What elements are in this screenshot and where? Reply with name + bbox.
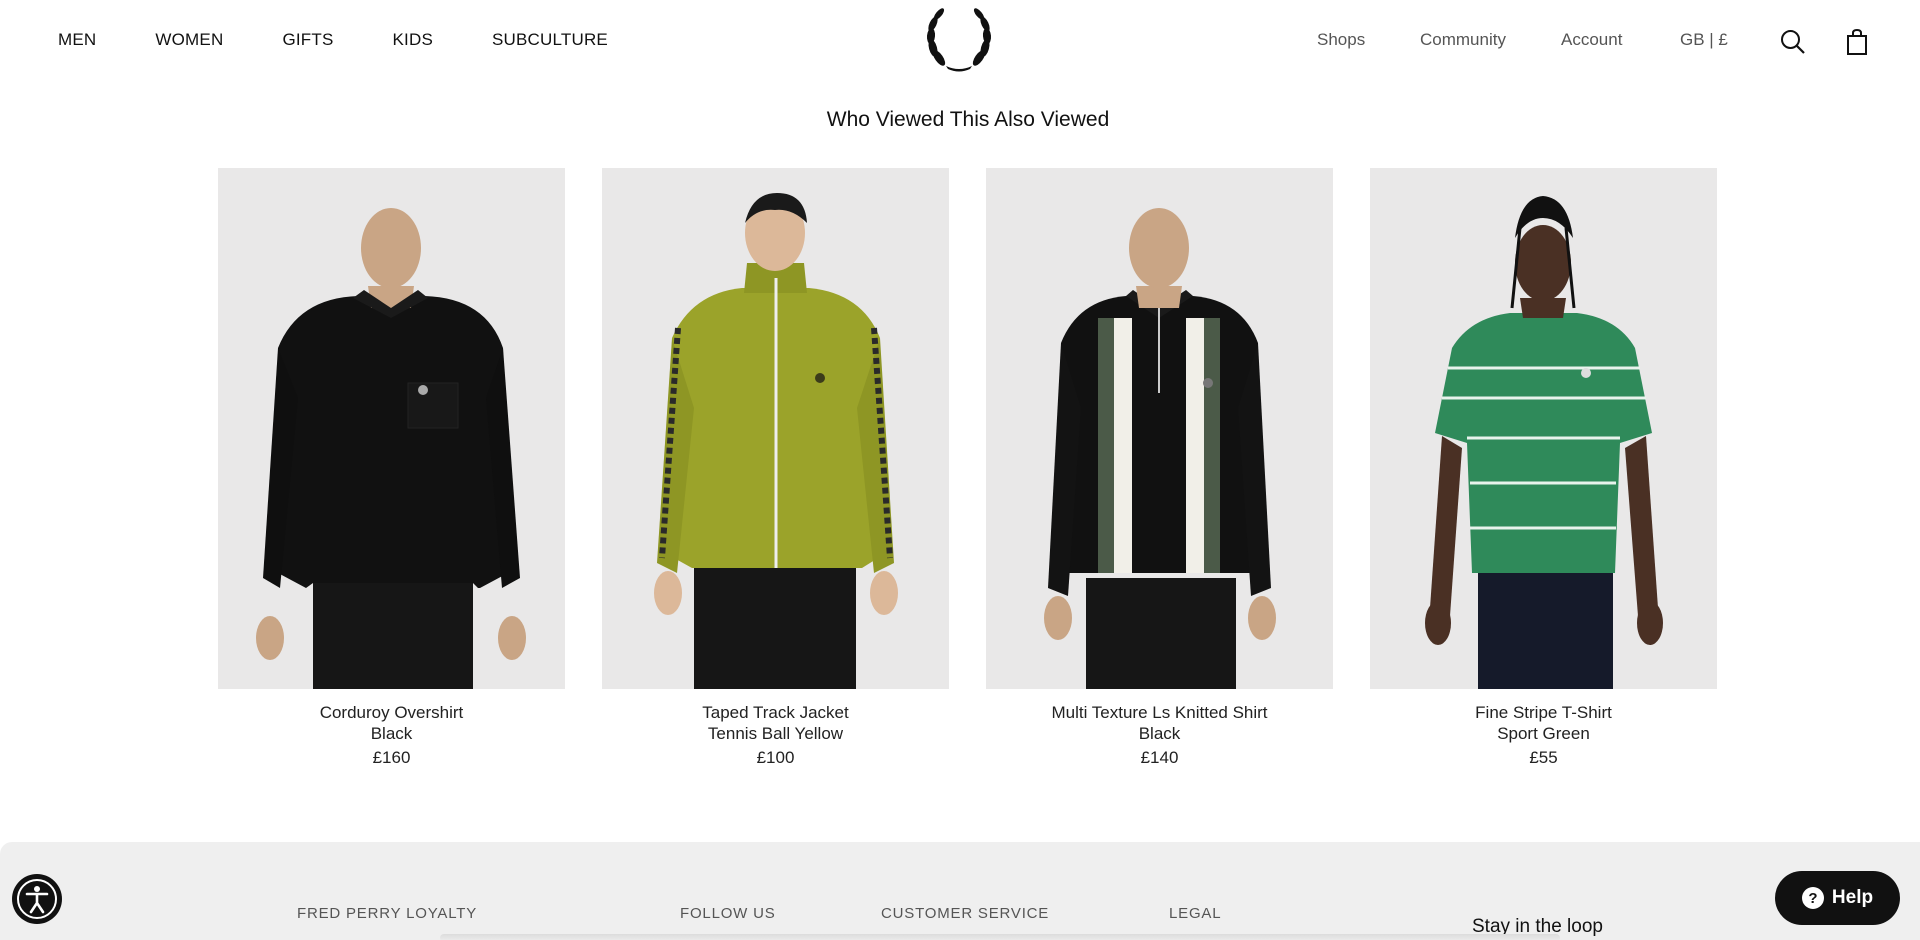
product-color: Black <box>370 724 413 743</box>
footer-divider <box>440 934 1560 940</box>
nav-gifts[interactable]: GIFTS <box>282 30 333 50</box>
product-image[interactable] <box>986 168 1333 689</box>
nav-community[interactable]: Community <box>1420 30 1506 50</box>
product-color: Black <box>1138 724 1181 743</box>
site-header: MEN WOMEN GIFTS KIDS SUBCULTURE Shops Co… <box>0 0 1920 82</box>
footer-legal-heading[interactable]: LEGAL <box>1169 905 1221 922</box>
product-name[interactable]: Taped Track Jacket <box>602 702 949 723</box>
footer-follow-heading[interactable]: FOLLOW US <box>680 905 776 922</box>
nav-account[interactable]: Account <box>1561 30 1622 50</box>
nav-kids[interactable]: KIDS <box>393 30 433 50</box>
product-price: £140 <box>1140 748 1179 767</box>
product-image[interactable] <box>602 168 949 689</box>
accessibility-icon[interactable] <box>12 874 62 924</box>
locale-selector[interactable]: GB | £ <box>1680 30 1728 50</box>
nav-women[interactable]: WOMEN <box>155 30 223 50</box>
nav-shops[interactable]: Shops <box>1317 30 1365 50</box>
product-card[interactable]: Corduroy Overshirt Black £160 <box>218 168 565 768</box>
nav-men[interactable]: MEN <box>58 30 96 50</box>
footer-loyalty-heading[interactable]: FRED PERRY LOYALTY <box>297 905 477 922</box>
help-label: Help <box>1831 887 1874 908</box>
main-nav: MEN WOMEN GIFTS KIDS SUBCULTURE <box>58 30 667 50</box>
product-carousel: Corduroy Overshirt Black £160 Taped Trac… <box>218 168 1717 768</box>
product-price: £55 <box>1529 748 1558 767</box>
product-name[interactable]: Fine Stripe T-Shirt <box>1370 702 1717 723</box>
help-button[interactable]: ? Help <box>1775 871 1900 925</box>
product-image[interactable] <box>1370 168 1717 689</box>
product-name[interactable]: Corduroy Overshirt <box>218 702 565 723</box>
product-image[interactable] <box>218 168 565 689</box>
product-color: Sport Green <box>1497 724 1590 743</box>
product-card[interactable]: Fine Stripe T-Shirt Sport Green £55 <box>1370 168 1717 768</box>
footer-customer-service-heading[interactable]: CUSTOMER SERVICE <box>881 905 1049 922</box>
bag-icon[interactable] <box>1843 28 1871 56</box>
product-price: £100 <box>756 748 795 767</box>
product-name[interactable]: Multi Texture Ls Knitted Shirt <box>986 702 1333 723</box>
search-icon[interactable] <box>1779 28 1807 56</box>
laurel-logo-icon[interactable] <box>922 6 996 72</box>
nav-subculture[interactable]: SUBCULTURE <box>492 30 608 50</box>
product-card[interactable]: Taped Track Jacket Tennis Ball Yellow £1… <box>602 168 949 768</box>
section-title: Who Viewed This Also Viewed <box>826 108 1110 131</box>
product-card[interactable]: Multi Texture Ls Knitted Shirt Black £14… <box>986 168 1333 768</box>
site-footer: FRED PERRY LOYALTY FOLLOW US CUSTOMER SE… <box>0 842 1920 940</box>
product-price: £160 <box>372 748 411 767</box>
question-icon: ? <box>1801 887 1824 909</box>
product-color: Tennis Ball Yellow <box>707 724 844 743</box>
